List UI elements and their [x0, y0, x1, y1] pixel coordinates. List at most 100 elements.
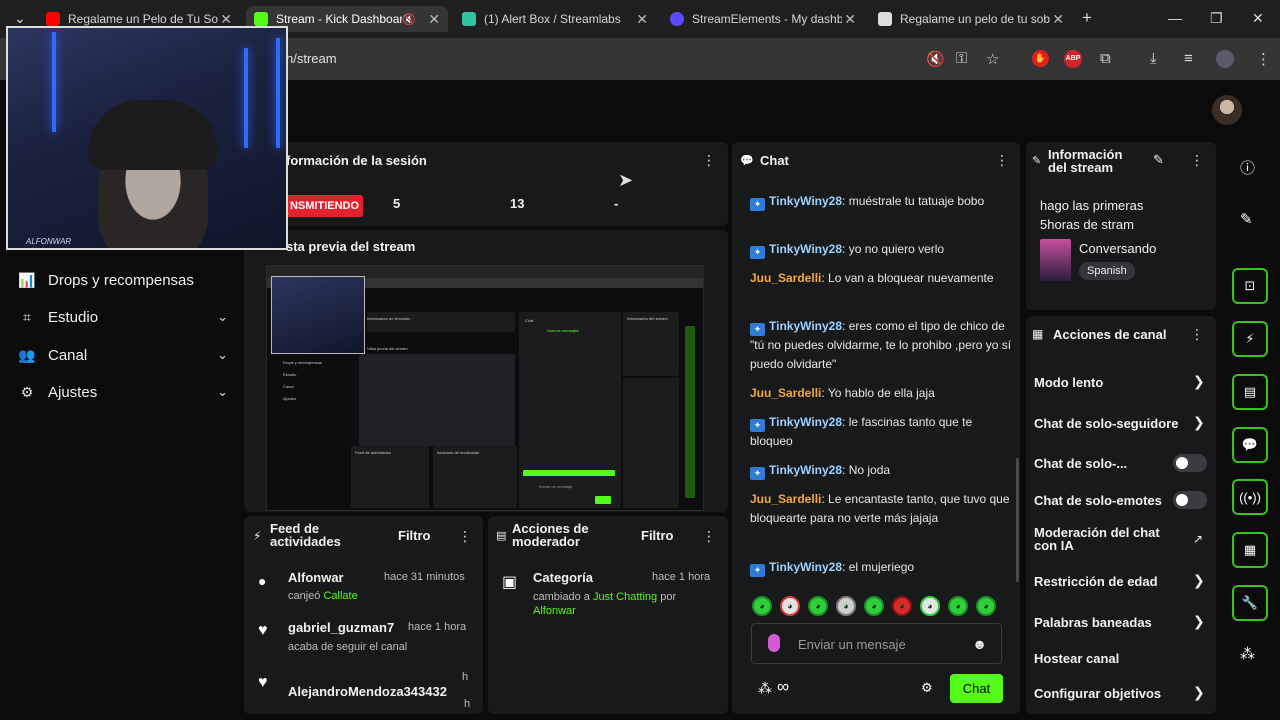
send-chat-button[interactable]: Chat — [950, 674, 1003, 703]
kicks-icon[interactable]: ⁂ — [1240, 645, 1255, 663]
chevron-right-icon[interactable]: ❯ — [1193, 373, 1205, 390]
emoji-picker-icon[interactable]: ☻ — [972, 636, 987, 652]
rail-button-actions[interactable]: ⚡ — [1232, 321, 1268, 357]
feed-item-time: h — [464, 698, 471, 710]
chat-settings-icon[interactable]: ⚙ — [921, 680, 933, 696]
subs-only-toggle[interactable] — [1173, 454, 1207, 472]
external-link-icon[interactable]: ↗ — [1193, 532, 1203, 546]
chevron-right-icon[interactable]: ❯ — [1193, 613, 1205, 630]
chat-message: ✦ TinkyWiny28: eres como el tipo de chico… — [750, 319, 1012, 371]
muted-site-icon[interactable]: 🔇 — [926, 50, 945, 68]
close-icon[interactable]: ✕ — [636, 11, 648, 28]
rail-button-studio[interactable]: ⊡ — [1232, 268, 1268, 304]
emote-icon[interactable]: ◕ — [976, 596, 996, 616]
emote-icon[interactable]: ◕ — [864, 596, 884, 616]
more-options-icon[interactable]: ⋮ — [1190, 326, 1204, 343]
close-icon[interactable]: ✕ — [220, 11, 232, 28]
key-icon[interactable]: ⚿ — [956, 50, 967, 67]
action-host-channel[interactable]: Hostear canal — [1034, 651, 1206, 666]
chevron-right-icon[interactable]: ❯ — [1193, 414, 1205, 431]
extensions-icon[interactable]: ⧉ — [1100, 50, 1111, 67]
new-tab-icon[interactable]: + — [1082, 8, 1092, 28]
close-icon[interactable]: ✕ — [844, 11, 856, 28]
emote-icon[interactable]: ◕ — [948, 596, 968, 616]
more-options-icon[interactable]: ⋮ — [1190, 152, 1204, 169]
close-icon[interactable]: ✕ — [428, 11, 440, 28]
rail-button-chat[interactable]: 💬 — [1232, 427, 1268, 463]
edit-pencil-icon[interactable]: ✎ — [1153, 152, 1164, 168]
feed-item-name[interactable]: gabriel_guzman7 — [288, 620, 394, 635]
browser-tab-5[interactable]: Regalame un pelo de tu sob ✕ — [870, 6, 1072, 32]
action-banned-words[interactable]: Palabras baneadas — [1034, 615, 1206, 630]
media-queue-icon[interactable]: ≡ — [1184, 50, 1193, 67]
emotes-only-toggle[interactable] — [1173, 491, 1207, 509]
profile-avatar[interactable] — [1216, 50, 1234, 68]
activity-feed-title: Feed de actividades — [270, 521, 341, 549]
emote-icon[interactable]: ◕ — [892, 596, 912, 616]
stream-preview-video[interactable]: Información de la sesión Vista previa de… — [266, 265, 704, 511]
stream-info-title: Información del stream — [1048, 147, 1123, 175]
browser-tab-4[interactable]: StreamElements - My dashb ✕ — [662, 6, 864, 32]
infinity-icon[interactable]: ∞ — [777, 677, 789, 697]
action-ai-moderation[interactable]: Moderación del chat con IA — [1034, 526, 1184, 552]
url-field[interactable]: n/stream — [286, 51, 337, 66]
preview-rail — [685, 326, 695, 498]
emote-icon[interactable]: ◕ — [780, 596, 800, 616]
broadcast-icon: ((•)) — [1239, 489, 1261, 505]
more-options-icon[interactable]: ⋮ — [702, 152, 716, 169]
wrench-icon: 🔧 — [1241, 595, 1259, 610]
preview-studio-text: Estudio — [283, 372, 297, 377]
close-icon[interactable]: ✕ — [1052, 11, 1064, 28]
action-followers-only[interactable]: Chat de solo-seguidore — [1034, 416, 1194, 431]
window-close-icon[interactable]: ✕ — [1252, 10, 1264, 27]
mod-filter-button[interactable]: Filtro — [641, 528, 674, 543]
rail-button-broadcast[interactable]: ((•)) — [1232, 479, 1268, 515]
bookmark-star-icon[interactable]: ☆ — [986, 50, 999, 68]
chat-scrollbar[interactable] — [1016, 458, 1019, 582]
sidebar-item-drops[interactable]: 📊 Drops y recompensas — [18, 268, 228, 292]
sidebar-item-settings[interactable]: ⚙ Ajustes ⌄ — [18, 380, 228, 404]
sidebar-item-channel[interactable]: 👥 Canal ⌄ — [18, 343, 228, 367]
more-options-icon[interactable]: ⋮ — [702, 528, 716, 545]
adblock-icon[interactable]: ABP — [1064, 50, 1082, 68]
emote-icon[interactable]: ◕ — [752, 596, 772, 616]
feed-item-name[interactable]: AlejandroMendoza343432 — [288, 684, 447, 699]
chat-message-input[interactable]: Enviar un mensaje ☻ — [751, 623, 1002, 664]
mic-icon[interactable] — [768, 634, 780, 652]
webcam-overlay: ALFONWAR — [6, 26, 288, 250]
info-icon[interactable]: ⓘ — [1240, 157, 1255, 178]
rail-button-notes[interactable]: ▤ — [1232, 374, 1268, 410]
stream-title-text: hago las primeras 5horas de stram — [1040, 198, 1144, 232]
more-options-icon[interactable]: ⋮ — [458, 528, 472, 545]
chat-message: Juu_Sardelli: Yo hablo de ella jaja — [750, 386, 935, 400]
sidebar-item-studio[interactable]: ⌗ Estudio ⌄ — [18, 305, 228, 329]
rail-button-layout[interactable]: ▦ — [1232, 532, 1268, 568]
rail-button-tools[interactable]: 🔧 — [1232, 585, 1268, 621]
minimize-icon[interactable]: — — [1168, 10, 1182, 26]
action-goals[interactable]: Configurar objetivos — [1034, 686, 1206, 701]
chat-title: Chat — [760, 153, 789, 168]
download-icon[interactable]: ⤓ — [1150, 50, 1157, 67]
chevron-right-icon[interactable]: ❯ — [1193, 572, 1205, 589]
feed-filter-button[interactable]: Filtro — [398, 528, 431, 543]
extension-stop-icon[interactable]: ✋ — [1032, 50, 1049, 67]
emote-icon[interactable]: ◕ — [920, 596, 940, 616]
feed-item-name[interactable]: Alfonwar — [288, 570, 344, 585]
kicks-icon[interactable]: ⁂ — [758, 680, 772, 697]
mute-icon[interactable]: 🔇 — [402, 13, 416, 26]
chevron-right-icon[interactable]: ❯ — [1193, 684, 1205, 701]
edit-icon[interactable]: ✎ — [1240, 210, 1253, 228]
more-options-icon[interactable]: ⋮ — [995, 152, 1009, 169]
tab-search-icon[interactable]: ⌄ — [14, 10, 26, 27]
action-slow-mode[interactable]: Modo lento — [1034, 375, 1206, 390]
action-subs-only[interactable]: Chat de solo-... — [1034, 456, 1164, 471]
emote-icon[interactable]: ◕ — [836, 596, 856, 616]
preview-feed-block — [351, 446, 429, 508]
browser-menu-icon[interactable]: ⋮ — [1256, 50, 1271, 68]
action-emotes-only[interactable]: Chat de solo-emotes — [1034, 493, 1174, 508]
avatar[interactable] — [1212, 95, 1242, 125]
emote-icon[interactable]: ◕ — [808, 596, 828, 616]
maximize-icon[interactable]: ❐ — [1210, 10, 1223, 27]
action-age-restriction[interactable]: Restricción de edad — [1034, 574, 1206, 589]
browser-tab-3[interactable]: (1) Alert Box / Streamlabs ✕ — [454, 6, 656, 32]
